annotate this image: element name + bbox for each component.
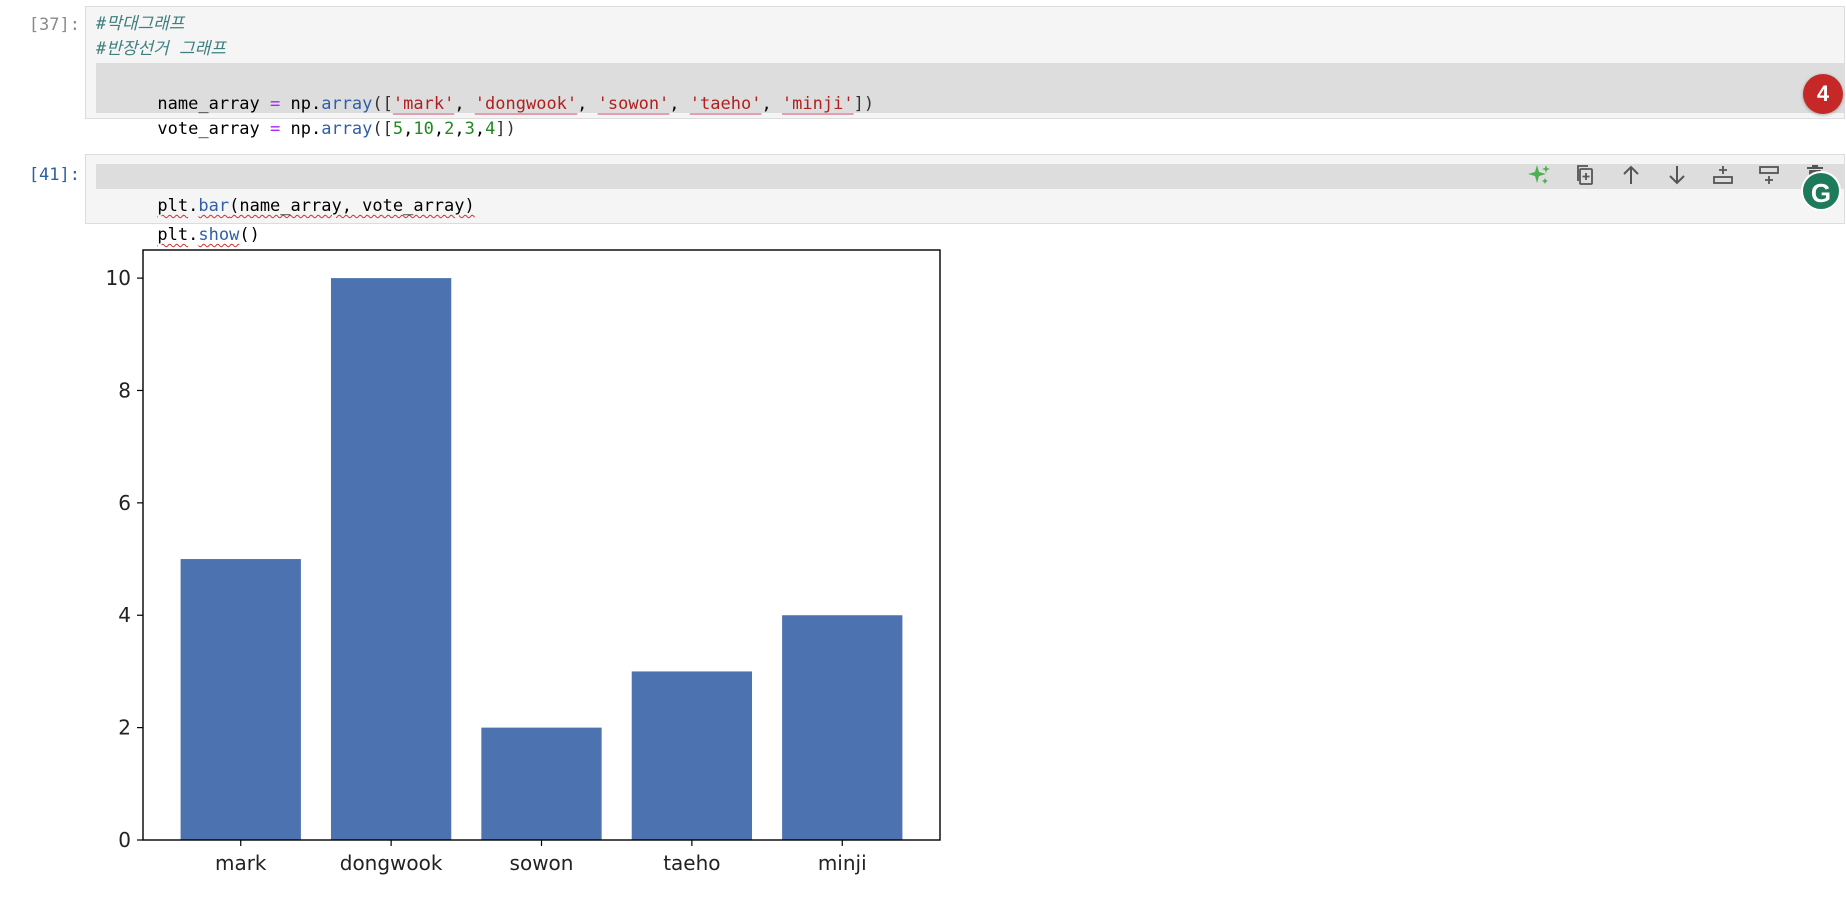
bar-sowon (481, 727, 602, 840)
move-up-icon[interactable] (1608, 159, 1654, 191)
y-tick-label: 10 (106, 266, 131, 290)
bar-dongwook (330, 278, 452, 841)
code-line-show: plt.show() (157, 225, 260, 245)
y-tick-label: 8 (118, 378, 131, 402)
sparkle-icon[interactable] (1516, 159, 1562, 191)
code-line-vote-array: vote_array = np.array([5,10,2,3,4]) (157, 119, 516, 139)
bar-mark (180, 559, 301, 840)
bar-taeho (631, 671, 753, 840)
y-tick-label: 0 (118, 828, 131, 852)
code-editor[interactable]: plt.bar(name_array, vote_array) plt.show… (85, 154, 1845, 245)
y-tick-label: 6 (118, 491, 131, 515)
bar-chart: mark dongwook sowon taeho minji 0 2 4 6 8 10 (106, 249, 941, 875)
duplicate-icon[interactable] (1562, 159, 1608, 191)
bar-minji (782, 615, 903, 840)
execution-count: [41]: (28, 165, 80, 185)
x-tick-label: mark (215, 851, 267, 875)
insert-above-icon[interactable] (1700, 159, 1746, 191)
code-editor[interactable]: #막대그래프 #반장선거 그래프 name_array = np.array([… (85, 6, 1845, 139)
code-cell-37[interactable]: [37]: #막대그래프 #반장선거 그래프 name_array = np.a… (0, 0, 1846, 139)
grammarly-icon[interactable]: G (1801, 171, 1841, 211)
x-tick-label: minji (818, 851, 867, 875)
x-tick-label: taeho (663, 851, 720, 875)
insert-below-icon[interactable] (1746, 159, 1792, 191)
execution-count: [37]: (28, 15, 80, 35)
y-tick-label: 4 (118, 603, 131, 627)
code-cell-41[interactable]: [41]: plt.bar(name_array, vote_array) pl… (0, 150, 1846, 245)
plot-output: mark dongwook sowon taeho minji 0 2 4 6 8 10 (85, 238, 965, 898)
x-tick-label: sowon (510, 851, 574, 875)
y-tick-label: 2 (118, 716, 131, 740)
move-down-icon[interactable] (1654, 159, 1700, 191)
cell-toolbar (1516, 159, 1838, 191)
code-line-bar: plt.bar(name_array, vote_array) (157, 196, 475, 216)
x-tick-label: dongwook (340, 851, 443, 875)
notification-badge[interactable]: 4 (1803, 74, 1843, 114)
